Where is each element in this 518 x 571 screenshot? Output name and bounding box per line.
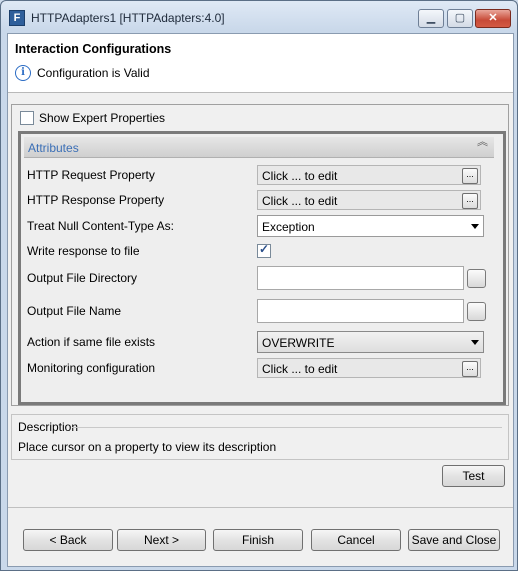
maximize-button[interactable]: ▢ (447, 9, 473, 28)
http-response-field[interactable]: Click ... to edit ... (257, 190, 481, 210)
http-request-edit-button[interactable]: ... (462, 168, 478, 184)
output-name-browse-button[interactable] (467, 302, 486, 321)
same-file-select[interactable]: OVERWRITE (257, 331, 484, 353)
description-text: Place cursor on a property to view its d… (18, 440, 277, 454)
http-request-value: Click ... to edit (262, 169, 338, 183)
monitoring-value: Click ... to edit (262, 362, 338, 376)
write-response-checkbox[interactable] (257, 242, 271, 258)
write-response-label: Write response to file (27, 244, 140, 258)
monitoring-edit-button[interactable]: ... (462, 361, 478, 377)
output-name-label: Output File Name (27, 304, 122, 318)
button-separator (8, 507, 513, 508)
window-title: HTTPAdapters1 [HTTPAdapters:4.0] (31, 11, 225, 25)
show-expert-label: Show Expert Properties (39, 111, 166, 125)
cancel-button[interactable]: Cancel (311, 529, 401, 551)
description-title: Description (18, 420, 79, 434)
null-content-type-label: Treat Null Content-Type As: (27, 219, 174, 233)
description-divider (72, 427, 502, 428)
output-dir-input[interactable] (257, 266, 464, 290)
close-button[interactable]: ✕ (475, 9, 511, 28)
attributes-header[interactable]: Attributes ︽ (24, 137, 494, 158)
same-file-value: OVERWRITE (262, 336, 335, 350)
validation-status: Configuration is Valid (37, 66, 150, 80)
http-response-value: Click ... to edit (262, 194, 338, 208)
http-response-label: HTTP Response Property (27, 193, 165, 207)
dropdown-arrow-icon (471, 340, 479, 345)
show-expert-checkbox[interactable] (20, 111, 34, 125)
finish-button[interactable]: Finish (213, 529, 303, 551)
null-content-type-value: Exception (262, 220, 315, 234)
back-button[interactable]: < Back (23, 529, 113, 551)
dialog-client-area: Interaction Configurations i Configurati… (7, 33, 514, 567)
next-button[interactable]: Next > (117, 529, 206, 551)
null-content-type-select[interactable]: Exception (257, 215, 484, 237)
test-button[interactable]: Test (442, 465, 505, 487)
http-response-edit-button[interactable]: ... (462, 193, 478, 209)
description-panel: Description Place cursor on a property t… (11, 414, 509, 460)
page-title: Interaction Configurations (15, 42, 172, 56)
save-and-close-button[interactable]: Save and Close (408, 529, 500, 551)
info-icon: i (15, 65, 31, 81)
attributes-title: Attributes (28, 141, 79, 155)
monitoring-field[interactable]: Click ... to edit ... (257, 358, 481, 378)
properties-panel: Show Expert Properties Attributes ︽ HTTP… (11, 104, 509, 406)
dropdown-arrow-icon (471, 224, 479, 229)
dialog-header: Interaction Configurations i Configurati… (8, 34, 513, 93)
collapse-icon[interactable]: ︽ (477, 137, 488, 148)
output-dir-label: Output File Directory (27, 271, 138, 285)
same-file-label: Action if same file exists (27, 335, 156, 349)
output-dir-browse-button[interactable] (467, 269, 486, 288)
show-expert-properties[interactable]: Show Expert Properties (20, 111, 165, 125)
http-request-label: HTTP Request Property (27, 168, 155, 182)
app-icon: F (9, 10, 25, 26)
monitoring-label: Monitoring configuration (27, 361, 156, 375)
dialog-window: F HTTPAdapters1 [HTTPAdapters:4.0] ▁ ▢ ✕… (0, 0, 518, 571)
output-name-input[interactable] (257, 299, 464, 323)
title-bar[interactable]: F HTTPAdapters1 [HTTPAdapters:4.0] ▁ ▢ ✕ (1, 1, 517, 33)
http-request-field[interactable]: Click ... to edit ... (257, 165, 481, 185)
minimize-button[interactable]: ▁ (418, 9, 444, 28)
attributes-section: Attributes ︽ HTTP Request Property Click… (18, 131, 506, 405)
